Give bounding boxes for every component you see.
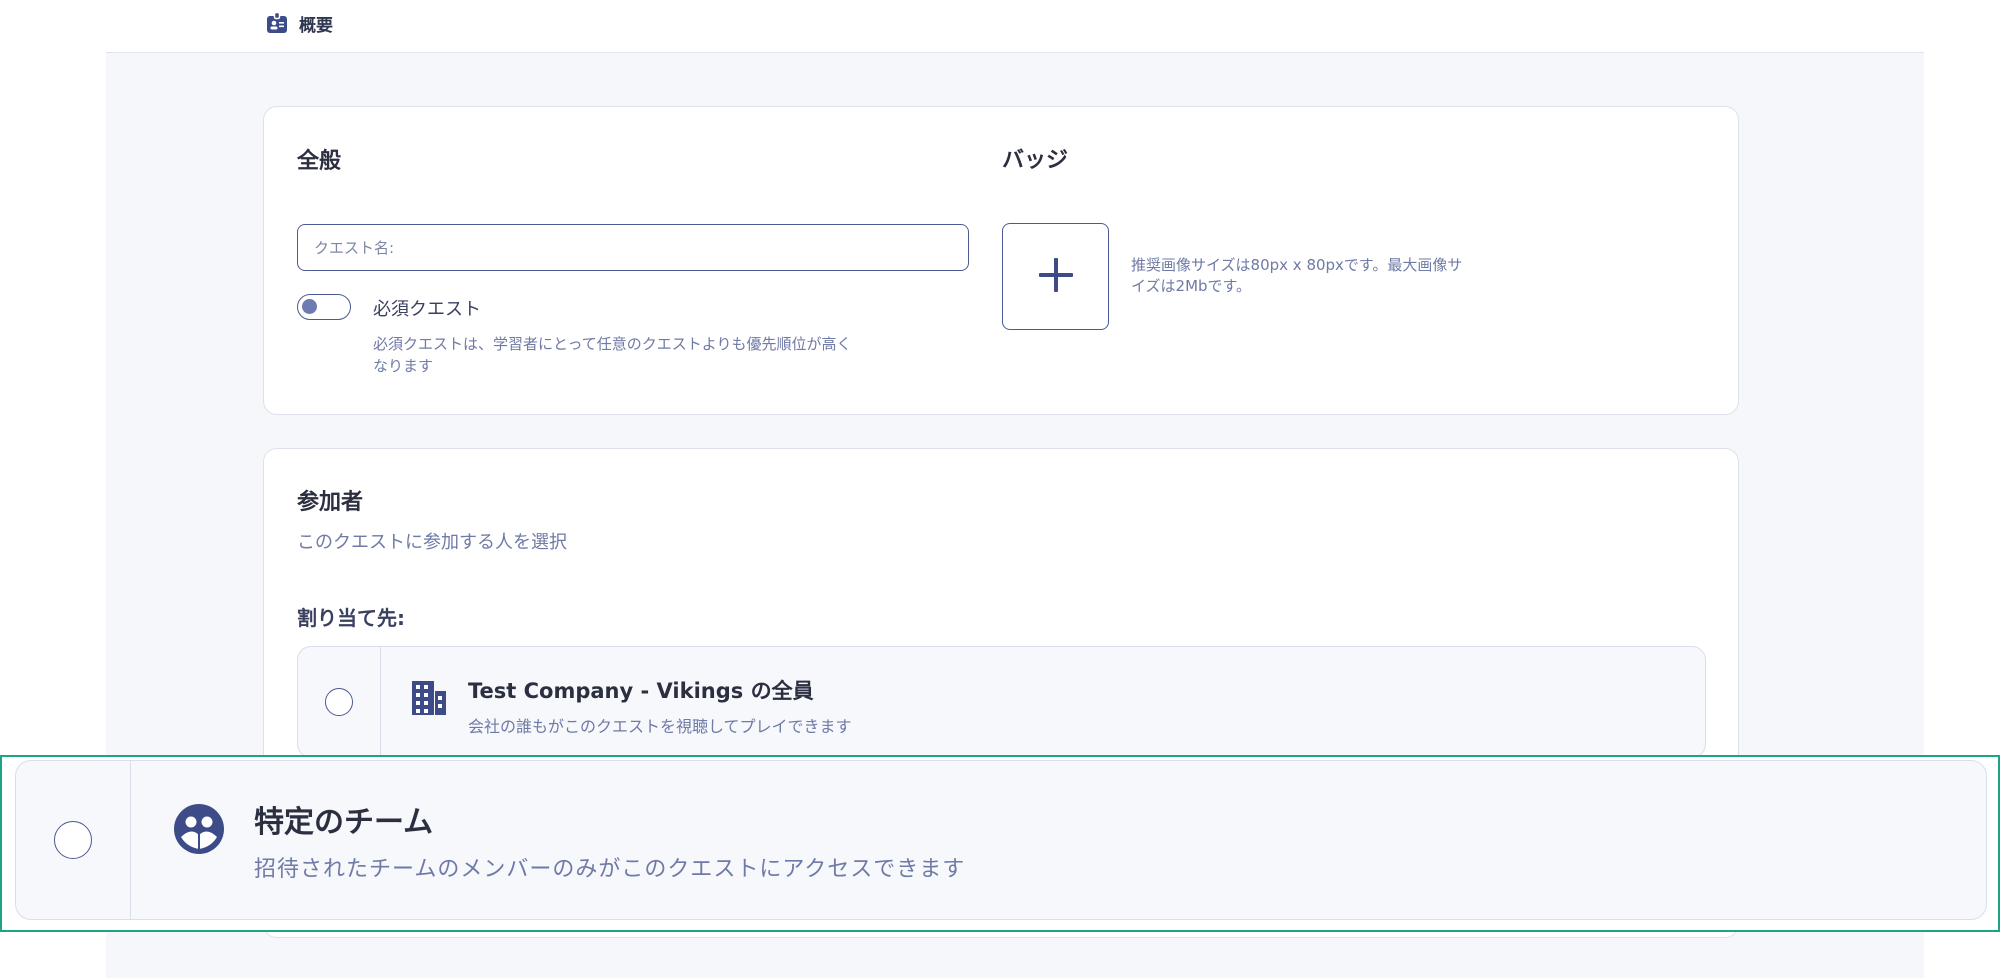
id-badge-icon	[265, 11, 289, 35]
quest-name-input[interactable]	[297, 224, 969, 271]
team-icon	[173, 803, 225, 855]
assign-to-label: 割り当て先:	[297, 606, 405, 630]
tab-overview[interactable]: 概要	[265, 10, 333, 36]
radio-cell	[298, 647, 381, 757]
building-icon	[410, 679, 448, 717]
option-entire-company[interactable]: Test Company - Vikings の全員 会社の誰もがこのクエストを…	[297, 646, 1706, 758]
radio-specific-team[interactable]	[54, 821, 92, 859]
badge-help-text: 推奨画像サイズは80px x 80pxです。最大画像サイズは2Mbです。	[1131, 256, 1463, 295]
toggle-knob	[302, 299, 317, 314]
radio-cell	[16, 761, 131, 919]
plus-icon	[1036, 255, 1076, 299]
participants-subtitle: このクエストに参加する人を選択	[297, 532, 567, 553]
option-title: 特定のチーム	[254, 805, 434, 840]
participants-title: 参加者	[297, 490, 364, 515]
option-title: Test Company - Vikings の全員	[468, 679, 814, 703]
add-badge-button[interactable]	[1002, 223, 1109, 330]
required-quest-help: 必須クエストは、学習者にとって任意のクエストよりも優先順位が高くなります	[373, 335, 852, 375]
tab-overview-label: 概要	[299, 15, 333, 36]
required-quest-toggle[interactable]	[297, 294, 351, 320]
radio-entire-company[interactable]	[325, 688, 353, 716]
option-specific-team[interactable]: 特定のチーム 招待されたチームのメンバーのみがこのクエストにアクセスできます	[15, 760, 1987, 920]
option-description: 会社の誰もがこのクエストを視聴してプレイできます	[468, 717, 852, 736]
top-bar: 概要	[0, 0, 2000, 53]
badge-title: バッジ	[1002, 148, 1069, 173]
general-title: 全般	[297, 149, 342, 174]
required-quest-label: 必須クエスト	[373, 299, 481, 320]
option-description: 招待されたチームのメンバーのみがこのクエストにアクセスできます	[254, 857, 966, 882]
